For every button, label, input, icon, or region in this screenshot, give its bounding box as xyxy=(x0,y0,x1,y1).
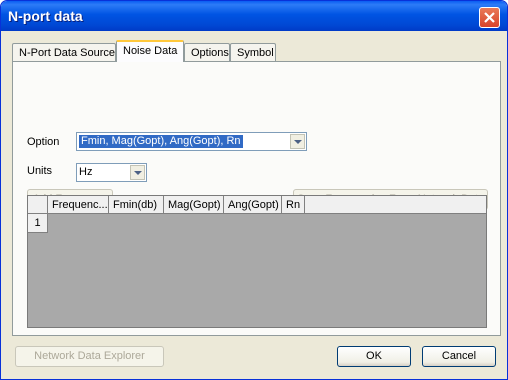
close-button[interactable] xyxy=(479,7,500,28)
close-icon xyxy=(484,12,495,23)
noise-data-panel: Option Fmin, Mag(Gopt), Ang(Gopt), Rn Un… xyxy=(12,61,501,336)
chevron-down-icon xyxy=(294,140,302,144)
title-bar[interactable]: N-port data xyxy=(1,1,507,31)
units-dropdown-button[interactable] xyxy=(130,165,145,180)
tab-label: Noise Data xyxy=(123,45,178,57)
tab-noise-data[interactable]: Noise Data xyxy=(116,40,184,62)
cancel-button[interactable]: Cancel xyxy=(422,346,496,367)
tab-label: Options xyxy=(191,47,229,59)
dialog-footer: Network Data Explorer OK Cancel xyxy=(4,341,504,377)
noise-data-grid[interactable]: Frequenc... Fmin(db) Mag(Gopt) Ang(Gopt)… xyxy=(27,195,487,328)
option-select[interactable]: Fmin, Mag(Gopt), Ang(Gopt), Rn xyxy=(76,132,307,151)
column-header-fmin[interactable]: Fmin(db) xyxy=(109,196,164,214)
tab-nport-data-source[interactable]: N-Port Data Source xyxy=(12,43,116,61)
column-header-rn[interactable]: Rn xyxy=(282,196,305,214)
column-header-frequency[interactable]: Frequenc... xyxy=(48,196,109,214)
column-header-ang-gopt[interactable]: Ang(Gopt) xyxy=(224,196,282,214)
ok-button[interactable]: OK xyxy=(337,346,411,367)
tab-label: Symbol xyxy=(237,47,274,59)
dialog-window: N-port data N-Port Data Source Noise Dat… xyxy=(0,0,508,380)
network-data-explorer-button[interactable]: Network Data Explorer xyxy=(15,346,164,367)
option-label: Option xyxy=(27,136,60,148)
column-header-filler xyxy=(305,196,486,214)
chevron-down-icon xyxy=(134,171,142,175)
grid-corner xyxy=(28,196,48,214)
row-header[interactable]: 1 xyxy=(28,214,48,233)
tab-symbol[interactable]: Symbol xyxy=(230,43,276,61)
units-select[interactable]: Hz xyxy=(76,163,147,182)
option-value: Fmin, Mag(Gopt), Ang(Gopt), Rn xyxy=(78,134,244,149)
dialog-body: N-Port Data Source Noise Data Options Sy… xyxy=(4,31,504,377)
option-dropdown-button[interactable] xyxy=(290,134,305,149)
tab-label: N-Port Data Source xyxy=(19,47,115,59)
units-label: Units xyxy=(27,165,53,177)
column-header-mag-gopt[interactable]: Mag(Gopt) xyxy=(164,196,224,214)
window-title: N-port data xyxy=(8,8,83,24)
units-value: Hz xyxy=(79,166,93,178)
tab-options[interactable]: Options xyxy=(184,43,230,61)
